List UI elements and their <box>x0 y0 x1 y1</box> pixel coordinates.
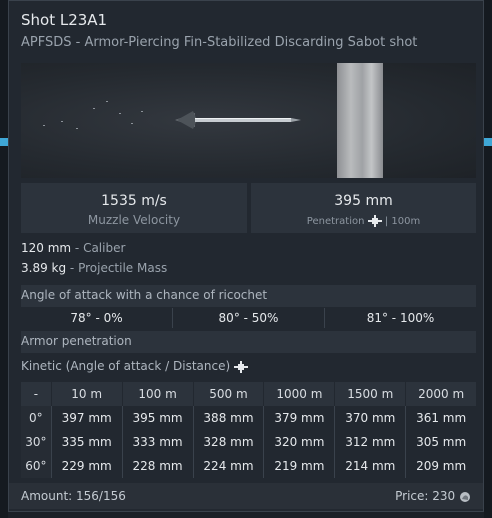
caliber-row: 120 mm - Caliber <box>21 241 125 255</box>
mass-row: 3.89 kg - Projectile Mass <box>21 261 167 275</box>
dust-particle <box>61 121 63 122</box>
ricochet-cell: 78° - 0% <box>21 308 173 328</box>
muzzle-velocity-box: 1535 m/s Muzzle Velocity <box>21 183 247 233</box>
shell-title: Shot L23A1 <box>21 11 108 29</box>
muzzle-velocity-label: Muzzle Velocity <box>87 213 181 227</box>
table-row-angle: 60° <box>21 454 52 478</box>
penetration-value: 395 mm <box>334 193 393 209</box>
table-cell: 229 mm <box>51 454 123 478</box>
shell-preview-image <box>21 63 476 178</box>
dust-particle <box>141 111 143 112</box>
mass-value: 3.89 kg <box>21 261 67 275</box>
table-row: 0° 397 mm 395 mm 388 mm 379 mm 370 mm 36… <box>21 406 476 430</box>
penetration-box: 395 mm Penetration | 100m <box>251 183 476 233</box>
table-cell: 328 mm <box>193 430 265 454</box>
table-row-angle: 0° <box>21 406 52 430</box>
table-row-angle: 30° <box>21 430 52 454</box>
crosshair-icon <box>367 215 382 227</box>
table-cell: 335 mm <box>51 430 123 454</box>
dust-particle <box>76 128 78 129</box>
ammo-tooltip: Shot L23A1 APFSDS - Armor-Piercing Fin-S… <box>8 0 484 512</box>
table-header-row: - 10 m 100 m 500 m 1000 m 1500 m 2000 m <box>21 382 476 406</box>
price-label: Price: 230 <box>395 489 471 503</box>
shell-subtitle: APFSDS - Armor-Piercing Fin-Stabilized D… <box>21 35 418 50</box>
background-accent-bar <box>0 138 8 146</box>
table-cell: 224 mm <box>193 454 265 478</box>
ricochet-cell: 80° - 50% <box>173 308 325 328</box>
table-cell: 219 mm <box>263 454 336 478</box>
kinetic-label-row: Kinetic (Angle of attack / Distance) <box>21 359 248 373</box>
kinetic-label: Kinetic (Angle of attack / Distance) <box>21 359 231 373</box>
table-cell: 379 mm <box>263 406 336 430</box>
table-header-cell: 500 m <box>193 382 265 406</box>
table-header-cell: 100 m <box>122 382 194 406</box>
background-left-panel <box>0 0 8 518</box>
table-header-cell: 10 m <box>51 382 123 406</box>
table-row: 60° 229 mm 228 mm 224 mm 219 mm 214 mm 2… <box>21 454 476 478</box>
mass-label: - Projectile Mass <box>66 261 168 275</box>
table-header-cell: 2000 m <box>405 382 476 406</box>
ricochet-header: Angle of attack with a chance of ricoche… <box>21 285 476 307</box>
price-value: Price: 230 <box>395 489 456 503</box>
penetration-distance: | 100m <box>384 216 421 227</box>
ricochet-header-text: Angle of attack with a chance of ricoche… <box>21 288 268 302</box>
muzzle-velocity-value: 1535 m/s <box>101 193 167 209</box>
table-cell: 214 mm <box>334 454 407 478</box>
ricochet-values: 78° - 0% 80° - 50% 81° - 100% <box>21 308 476 328</box>
penetration-sublabel: Penetration | 100m <box>251 215 476 227</box>
silver-lion-icon <box>460 491 470 502</box>
table-cell: 388 mm <box>193 406 265 430</box>
table-cell: 320 mm <box>263 430 336 454</box>
amount-label: Amount: 156/156 <box>21 489 126 503</box>
dust-particle <box>106 101 108 102</box>
armor-plate <box>337 63 383 178</box>
armor-penetration-header: Armor penetration <box>21 331 476 353</box>
table-header-cell: - <box>21 382 52 406</box>
caliber-label: - Caliber <box>71 241 126 255</box>
table-cell: 370 mm <box>334 406 407 430</box>
background-accent-bar <box>484 138 492 146</box>
table-cell: 209 mm <box>416 459 467 473</box>
dust-particle <box>93 108 95 109</box>
table-cell: 361 mm <box>416 411 467 425</box>
table-header-cell: 1000 m <box>263 382 336 406</box>
dust-particle <box>131 123 133 124</box>
tooltip-footer: Amount: 156/156 Price: 230 <box>9 483 483 509</box>
penetration-label: Penetration <box>306 216 365 227</box>
table-cell: 397 mm <box>51 406 123 430</box>
background-right-panel <box>484 0 492 518</box>
table-cell: 312 mm <box>334 430 407 454</box>
penetration-table: - 10 m 100 m 500 m 1000 m 1500 m 2000 m … <box>21 382 476 478</box>
dust-particle <box>43 125 45 126</box>
armor-penetration-header-text: Armor penetration <box>21 334 132 348</box>
table-row: 30° 335 mm 333 mm 328 mm 320 mm 312 mm 3… <box>21 430 476 454</box>
table-header-cell: 1500 m <box>334 382 407 406</box>
projectile-icon <box>175 111 301 129</box>
table-cell: 395 mm <box>122 406 194 430</box>
caliber-value: 120 mm <box>21 241 72 255</box>
crosshair-icon <box>233 360 248 373</box>
table-cell: 305 mm <box>416 435 467 449</box>
ricochet-cell: 81° - 100% <box>366 311 435 325</box>
dust-particle <box>119 113 121 114</box>
table-cell: 333 mm <box>122 430 194 454</box>
table-cell: 228 mm <box>122 454 194 478</box>
